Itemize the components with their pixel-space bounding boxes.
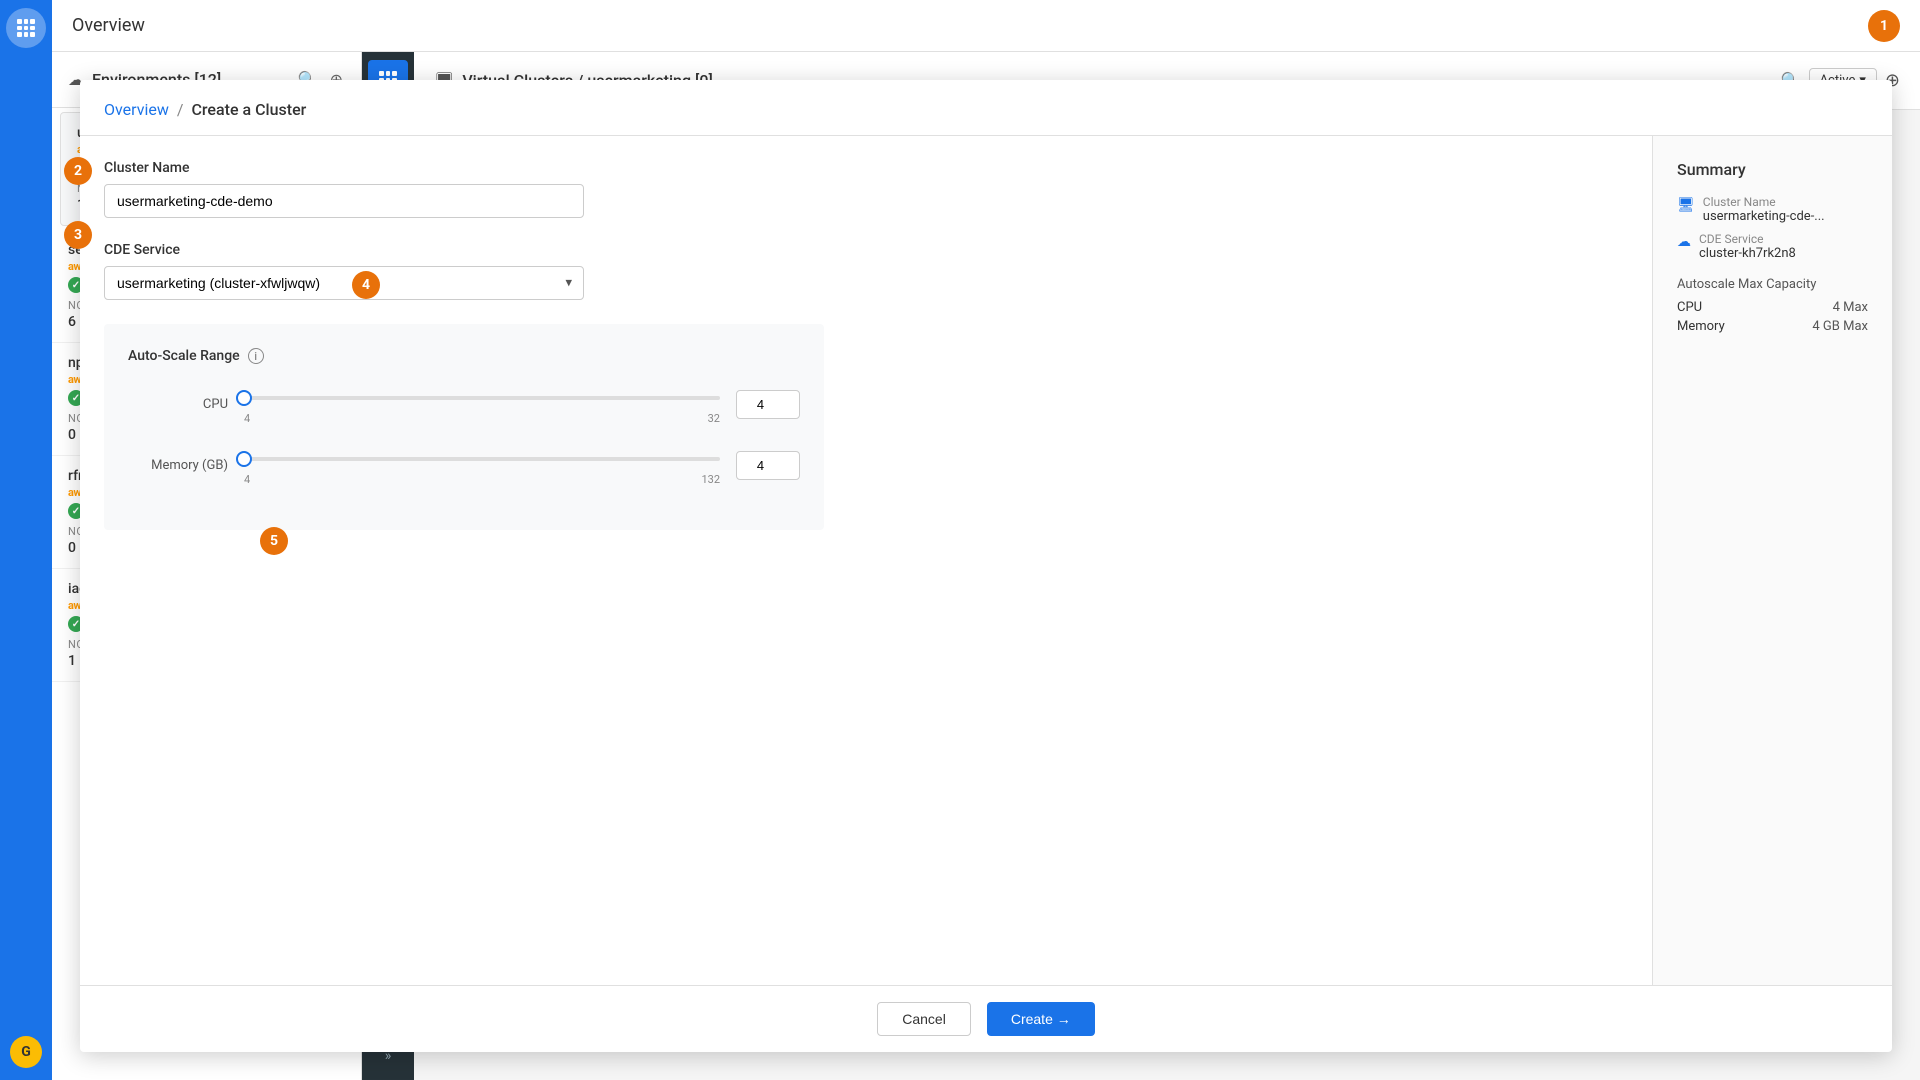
- cancel-button[interactable]: Cancel: [877, 1002, 971, 1036]
- summary-cde-value: cluster-kh7rk2n8: [1699, 246, 1868, 261]
- summary-memory-label: Memory: [1677, 319, 1725, 334]
- main-content: Overview 1 ☁ Environments [12] 🔍 ⊕: [52, 0, 1920, 1080]
- memory-max-label: 132: [701, 473, 720, 486]
- cpu-max-label: 32: [708, 412, 720, 425]
- cpu-slider-track[interactable]: [414, 396, 720, 400]
- top-header: Overview 1: [52, 0, 1920, 52]
- autoscale-section: Auto-Scale Range i CPU: [414, 324, 824, 530]
- summary-cpu-value: 4 Max: [1833, 300, 1868, 315]
- page-title: Overview: [72, 15, 145, 36]
- notification-badge[interactable]: 1: [1868, 10, 1900, 42]
- summary-cluster-name-label: Cluster Name: [1703, 195, 1868, 209]
- virtual-clusters-panel: 🖥 Virtual Clusters / usermarketing [0] 🔍…: [414, 52, 1920, 1080]
- modal-footer: Cancel Create →: [414, 985, 1892, 1052]
- cde-service-group: CDE Service usermarketing (cluster-xfwlj…: [414, 242, 1628, 300]
- create-button[interactable]: Create →: [987, 1002, 1095, 1036]
- summary-cloud-icon: ☁: [1677, 234, 1691, 250]
- modal-breadcrumb: Overview / Create a Cluster: [414, 80, 1892, 136]
- cluster-name-input[interactable]: [414, 184, 584, 218]
- summary-cpu-label: CPU: [1677, 300, 1702, 315]
- content-body: ☁ Environments [12] 🔍 ⊕ usermarketing ✏: [52, 52, 1920, 1080]
- summary-memory-value: 4 GB Max: [1812, 319, 1868, 334]
- modal-wrapper: 2 3 4 5 Overview / C: [414, 64, 1908, 1068]
- nav-rail: G: [0, 0, 52, 1080]
- cpu-value-input[interactable]: [736, 390, 800, 419]
- cluster-name-label: Cluster Name: [414, 160, 1628, 176]
- modal-body: Cluster Name CDE Service usermarketing (…: [414, 136, 1892, 985]
- cpu-slider-row: CPU 4 32: [414, 384, 800, 425]
- modal-summary: Summary 🖥 Cluster Name usermarketing-cde…: [1652, 136, 1892, 985]
- summary-cde-label: CDE Service: [1699, 232, 1868, 246]
- create-cluster-modal: Overview / Create a Cluster Cluster Name: [414, 80, 1892, 1052]
- memory-slider-row: Memory (GB) 4: [414, 445, 800, 486]
- modal-form: Cluster Name CDE Service usermarketing (…: [414, 136, 1652, 985]
- cluster-name-group: Cluster Name: [414, 160, 1628, 218]
- nav-grid-icon[interactable]: [6, 8, 46, 48]
- memory-value-input[interactable]: [736, 451, 800, 480]
- nav-user-avatar[interactable]: G: [10, 1036, 42, 1068]
- cde-service-label: CDE Service: [414, 242, 1628, 258]
- summary-title: Summary: [1677, 160, 1868, 179]
- summary-server-icon: 🖥: [1677, 197, 1695, 213]
- summary-cluster-name-value: usermarketing-cde-...: [1703, 209, 1868, 224]
- summary-capacity-title: Autoscale Max Capacity: [1677, 277, 1868, 292]
- memory-slider-track[interactable]: [414, 457, 720, 461]
- cde-service-select[interactable]: usermarketing (cluster-xfwljwqw): [414, 266, 584, 300]
